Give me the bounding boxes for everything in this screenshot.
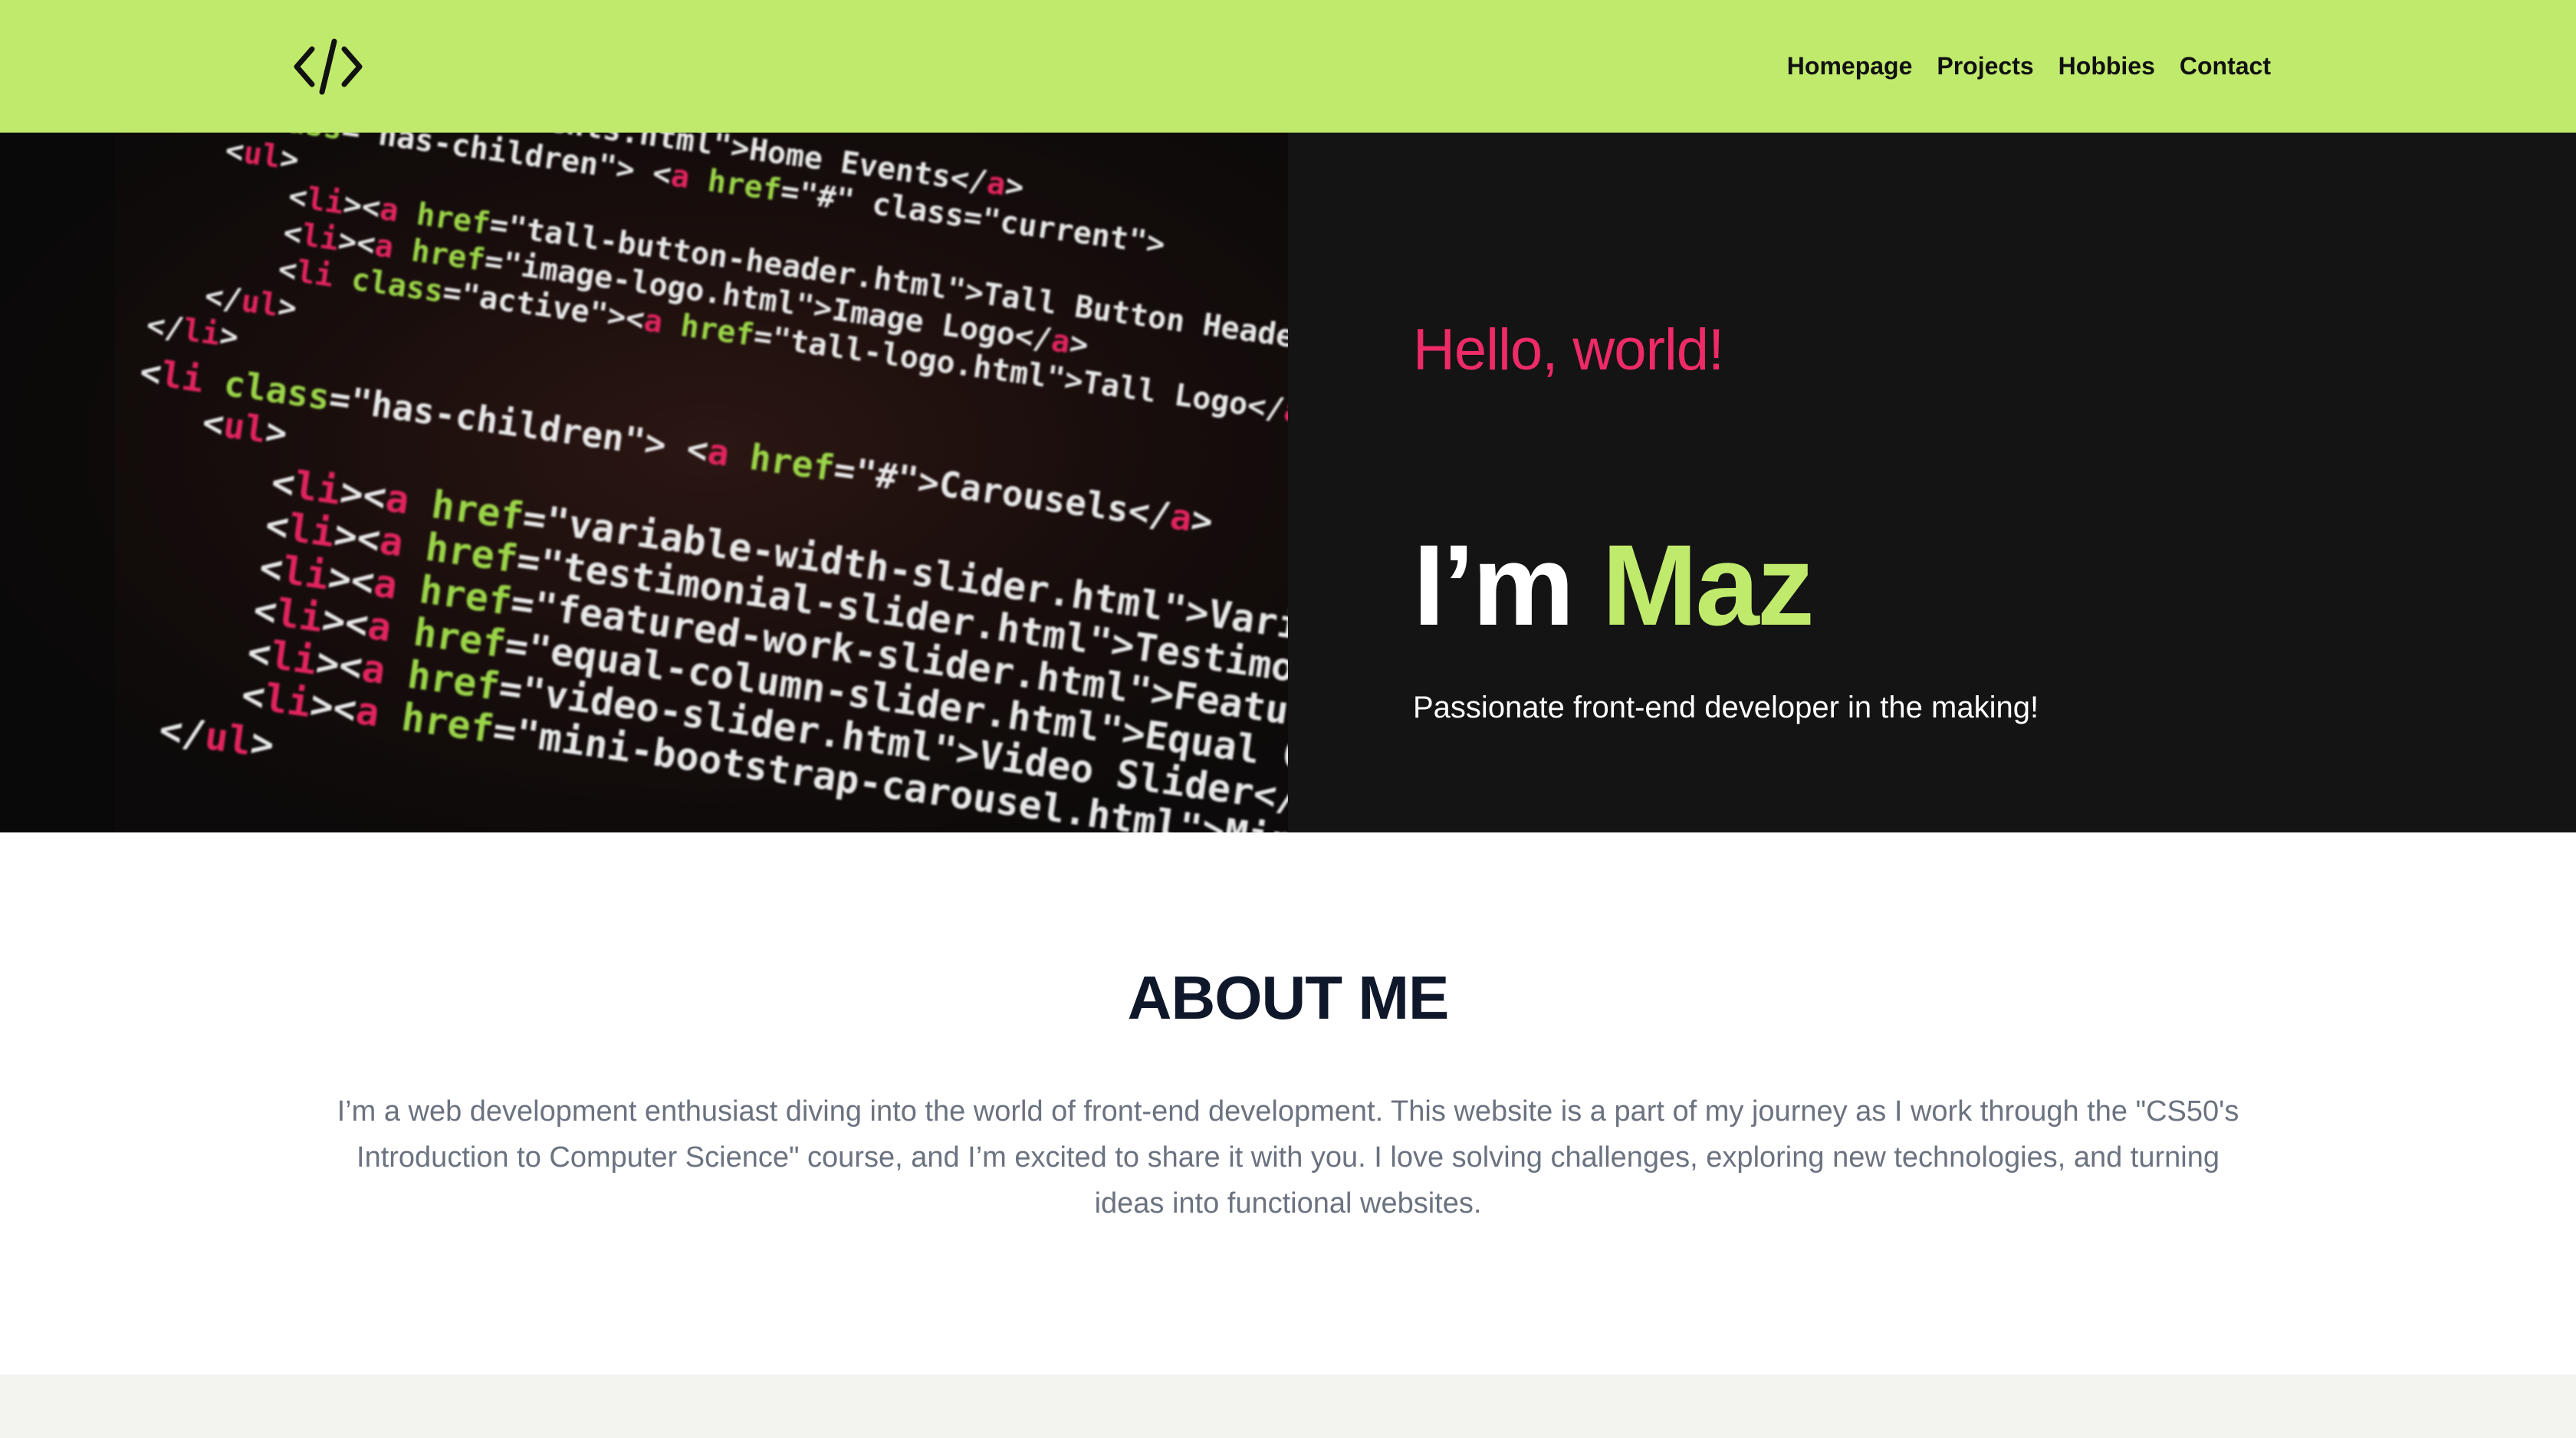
- nav-link-homepage[interactable]: Homepage: [1787, 52, 1913, 80]
- about-section: ABOUT ME I’m a web development enthusias…: [0, 832, 2576, 1374]
- headline-name: Maz: [1602, 520, 1814, 649]
- hero-section: <li><a href="home-events.html">Home Even…: [0, 133, 2576, 832]
- hero-headline: I’m Maz: [1413, 527, 1815, 642]
- code-screen-photo: <li><a href="home-events.html">Home Even…: [0, 133, 1288, 832]
- nav-link-hobbies[interactable]: Hobbies: [2058, 52, 2155, 80]
- nav-link-contact[interactable]: Contact: [2180, 52, 2271, 80]
- nav-link-projects[interactable]: Projects: [1937, 52, 2033, 80]
- hero-tagline: Passionate front-end developer in the ma…: [1413, 691, 2039, 724]
- next-section-strip: [0, 1374, 2576, 1438]
- hero-text: Hello, world! I’m Maz Passionate front-e…: [1413, 133, 2486, 832]
- about-text: I’m a web development enthusiast diving …: [337, 1095, 2239, 1220]
- navbar: Homepage Projects Hobbies Contact: [0, 0, 2576, 133]
- hero-greeting: Hello, world!: [1413, 317, 1724, 382]
- main-nav: Homepage Projects Hobbies Contact: [1787, 0, 2271, 133]
- about-title: ABOUT ME: [1127, 964, 1450, 1032]
- code-brackets-icon[interactable]: [292, 35, 364, 98]
- headline-prefix: I’m: [1413, 520, 1602, 649]
